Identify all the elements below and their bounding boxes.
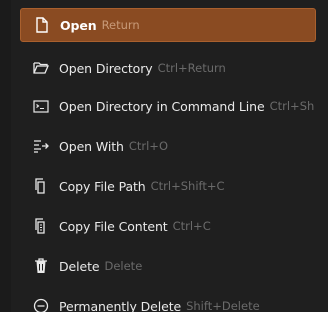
menu-item-permanently-delete[interactable]: Permanently Delete Shift+Delete	[20, 289, 316, 312]
menu-item-shortcut: Ctrl+Return	[157, 61, 226, 75]
menu-item-label: Delete	[59, 258, 100, 274]
menu-item-copy-file-path[interactable]: Copy File Path Ctrl+Shift+C	[20, 169, 316, 203]
menu-item-label: Open Directory in Command Line	[59, 98, 265, 114]
menu-item-open-directory-command-line[interactable]: Open Directory in Command Line Ctrl+Sh	[20, 89, 316, 123]
list-arrow-icon	[32, 137, 50, 155]
menu-item-label: Open With	[59, 138, 124, 154]
menu-item-delete[interactable]: Delete Delete	[20, 249, 316, 283]
menu-item-open[interactable]: Open Return	[20, 8, 316, 42]
menu-item-open-directory[interactable]: Open Directory Ctrl+Return	[20, 51, 316, 85]
file-icon	[33, 16, 51, 34]
menu-item-label: Copy File Content	[59, 218, 168, 234]
menu-item-label: Copy File Path	[59, 178, 146, 194]
context-menu: Open Return Open Directory Ctrl+Return O…	[11, 0, 328, 312]
menu-item-shortcut: Shift+Delete	[186, 299, 260, 312]
menu-item-open-with[interactable]: Open With Ctrl+O	[20, 129, 316, 163]
menu-item-shortcut: Return	[101, 18, 140, 32]
terminal-icon	[32, 97, 50, 115]
menu-item-shortcut: Ctrl+Shift+C	[150, 179, 225, 193]
trash-icon	[32, 257, 50, 275]
folder-open-icon	[32, 59, 50, 77]
copy-icon	[32, 177, 50, 195]
menu-item-label: Open	[60, 17, 97, 33]
menu-item-label: Open Directory	[59, 60, 153, 76]
permanent-delete-icon	[32, 297, 50, 312]
menu-item-shortcut: Ctrl+Sh	[269, 99, 315, 113]
menu-item-shortcut: Delete	[104, 259, 143, 273]
copy-content-icon	[32, 217, 50, 235]
menu-item-copy-file-content[interactable]: Copy File Content Ctrl+C	[20, 209, 316, 243]
menu-item-shortcut: Ctrl+O	[128, 139, 168, 153]
menu-item-shortcut: Ctrl+C	[172, 219, 211, 233]
menu-item-label: Permanently Delete	[59, 298, 182, 312]
